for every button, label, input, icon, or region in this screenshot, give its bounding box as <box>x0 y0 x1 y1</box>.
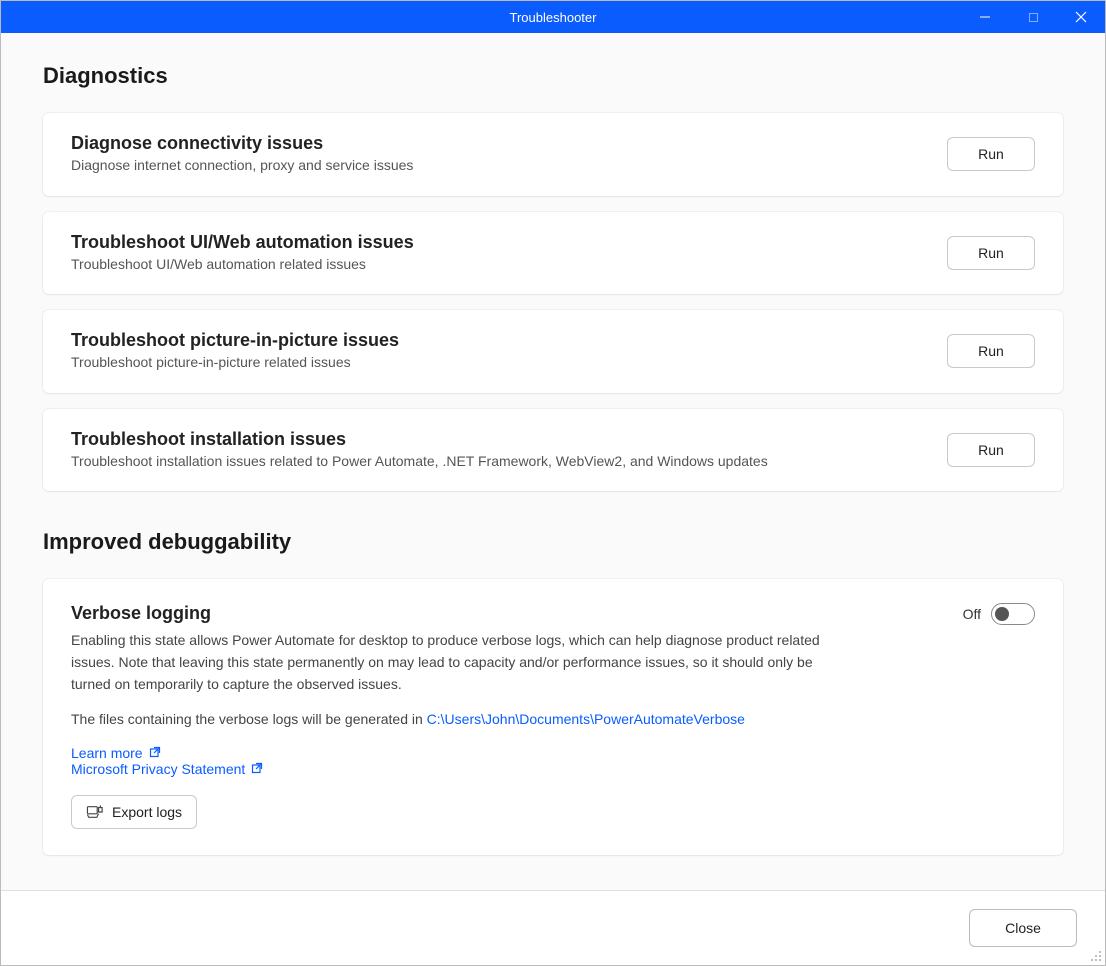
close-window-button[interactable] <box>1057 1 1105 33</box>
export-logs-label: Export logs <box>112 804 182 820</box>
run-button-connectivity[interactable]: Run <box>947 137 1035 171</box>
card-desc: Troubleshoot UI/Web automation related i… <box>71 255 927 275</box>
learn-more-link[interactable]: Learn more <box>71 745 143 761</box>
verbose-desc-1: Enabling this state allows Power Automat… <box>71 630 851 695</box>
verbose-log-path-link[interactable]: C:\Users\John\Documents\PowerAutomateVer… <box>427 711 745 727</box>
diagnostic-card-pip: Troubleshoot picture-in-picture issues T… <box>43 310 1063 393</box>
card-title: Troubleshoot picture-in-picture issues <box>71 330 927 351</box>
diagnostic-card-install: Troubleshoot installation issues Trouble… <box>43 409 1063 492</box>
footer: Close <box>1 890 1105 965</box>
external-link-icon <box>149 746 161 761</box>
card-title: Troubleshoot UI/Web automation issues <box>71 232 927 253</box>
export-logs-icon <box>86 804 104 820</box>
card-desc: Troubleshoot installation issues related… <box>71 452 927 472</box>
verbose-logging-card: Verbose logging Enabling this state allo… <box>43 579 1063 855</box>
minimize-icon <box>979 11 991 23</box>
card-title: Diagnose connectivity issues <box>71 133 927 154</box>
close-button[interactable]: Close <box>969 909 1077 947</box>
diagnostic-card-ui-web: Troubleshoot UI/Web automation issues Tr… <box>43 212 1063 295</box>
card-desc: Diagnose internet connection, proxy and … <box>71 156 927 176</box>
card-title: Troubleshoot installation issues <box>71 429 927 450</box>
diagnostic-card-connectivity: Diagnose connectivity issues Diagnose in… <box>43 113 1063 196</box>
maximize-button <box>1009 1 1057 33</box>
verbose-desc2-prefix: The files containing the verbose logs wi… <box>71 711 427 727</box>
verbose-title: Verbose logging <box>71 603 851 624</box>
run-button-install[interactable]: Run <box>947 433 1035 467</box>
external-link-icon <box>251 762 263 777</box>
run-button-ui-web[interactable]: Run <box>947 236 1035 270</box>
improved-debuggability-heading: Improved debuggability <box>43 529 1063 555</box>
close-icon <box>1075 11 1087 23</box>
toggle-knob <box>995 607 1009 621</box>
run-button-pip[interactable]: Run <box>947 334 1035 368</box>
privacy-statement-link[interactable]: Microsoft Privacy Statement <box>71 761 245 777</box>
minimize-button[interactable] <box>961 1 1009 33</box>
toggle-state-label: Off <box>963 606 981 622</box>
export-logs-button[interactable]: Export logs <box>71 795 197 829</box>
diagnostics-heading: Diagnostics <box>43 63 1063 89</box>
titlebar: Troubleshooter <box>1 1 1105 33</box>
content-area: Diagnostics Diagnose connectivity issues… <box>1 33 1105 890</box>
maximize-icon <box>1028 12 1039 23</box>
window-title: Troubleshooter <box>510 10 597 25</box>
window-controls <box>961 1 1105 33</box>
verbose-logging-toggle[interactable] <box>991 603 1035 625</box>
card-desc: Troubleshoot picture-in-picture related … <box>71 353 927 373</box>
verbose-desc-2: The files containing the verbose logs wi… <box>71 709 851 731</box>
